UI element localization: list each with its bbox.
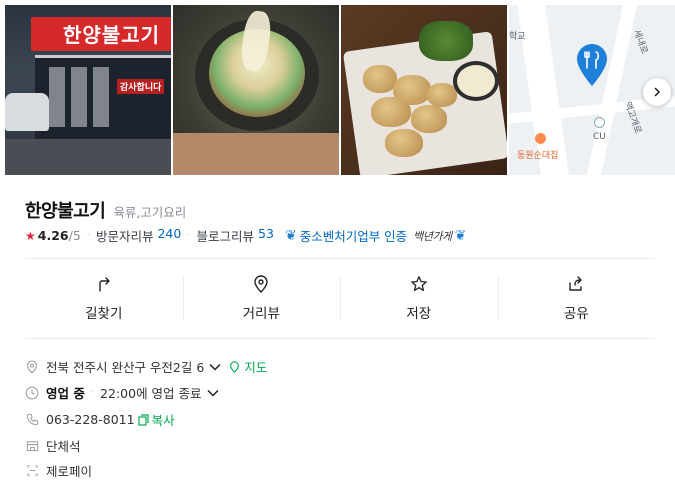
map-road (586, 5, 638, 175)
payment-icon (25, 464, 39, 478)
chevron-down-icon[interactable] (207, 389, 219, 397)
map-poi-restaurant-icon (535, 133, 546, 144)
clock-icon (25, 386, 39, 400)
photo-fried-piece (371, 97, 411, 127)
map-label-school: 학교 (509, 32, 526, 42)
photo-ground (5, 139, 171, 175)
group-seating-text: 단체석 (46, 439, 81, 454)
laurel-right-icon: ❦ (454, 227, 467, 244)
certification-label: 중소벤처기업부 인증 (299, 229, 408, 244)
payment-row: 제로페이 (25, 461, 92, 480)
rating-max: /5 (68, 228, 81, 243)
streetview-label: 거리뷰 (242, 306, 280, 322)
map-label-cu: CU (593, 132, 606, 142)
group-seating-row: 단체석 (25, 436, 81, 455)
photo-board (173, 133, 339, 175)
blog-review-link[interactable]: 블로그리뷰 53 (197, 226, 274, 245)
map-label-road1: 세내로 (631, 28, 649, 56)
photo-strip[interactable]: 한양불고기 감사합니다 학교 세내로 맥고개로 동원순대집 CU (5, 5, 675, 175)
action-bar: 길찾기 거리뷰 저장 공유 (25, 262, 655, 334)
photo-window (93, 67, 109, 127)
photo-window (49, 67, 65, 127)
building-icon (25, 439, 39, 453)
payment-text: 제로페이 (46, 464, 93, 479)
photo-store-sign-text: 한양불고기 (63, 23, 160, 47)
place-category: 육류,고기요리 (113, 205, 187, 220)
directions-button[interactable]: 길찾기 (25, 262, 183, 334)
photo-fried-piece (427, 83, 457, 107)
visitor-review-count: 240 (157, 226, 182, 241)
rating-value: 4.26 (37, 228, 69, 243)
visitor-review-label: 방문자리뷰 (95, 229, 154, 244)
divider (25, 338, 655, 339)
photo-fried-piece (363, 65, 397, 93)
certification-badge[interactable]: ❦ 중소벤처기업부 인증 백년가게 ❦ (282, 226, 469, 245)
share-label: 공유 (563, 306, 589, 322)
share-button[interactable]: 공유 (497, 262, 656, 334)
photo-bibimbap[interactable] (173, 5, 339, 175)
map-link[interactable]: 지도 (229, 357, 267, 376)
photo-fried-food[interactable] (341, 5, 507, 175)
place-meta-row: ★ 4.26 /5 · 방문자리뷰 240 · 블로그리뷰 53 ❦ 중소벤처기… (25, 226, 469, 245)
business-status: 영업 중 (46, 386, 85, 401)
photo-sauce (453, 61, 499, 101)
hours-row: 영업 중 · 22:00에 영업 종료 (25, 383, 219, 402)
location-pin-icon (25, 359, 39, 374)
photo-greens (419, 21, 473, 61)
share-icon (566, 274, 586, 294)
streetview-button[interactable]: 거리뷰 (182, 262, 341, 334)
chevron-right-icon (654, 87, 661, 97)
separator-dot: · (187, 230, 191, 241)
map-label-poi: 동원순대집 (517, 151, 559, 161)
directions-label: 길찾기 (85, 306, 123, 322)
copy-label: 복사 (151, 413, 175, 428)
photo-fried-piece (385, 129, 423, 157)
address-text: 전북 전주시 완산구 우전2길 6 (46, 360, 205, 375)
save-button[interactable]: 저장 (340, 262, 498, 334)
photo-car (5, 93, 49, 131)
phone-icon (25, 413, 39, 427)
blog-review-label: 블로그리뷰 (196, 229, 255, 244)
photo-fried-piece (411, 105, 447, 133)
laurel-left-icon: ❦ (284, 227, 297, 244)
map-pin-small-icon (230, 360, 240, 373)
place-name: 한양불고기 (25, 201, 106, 222)
map-link-label: 지도 (244, 360, 268, 375)
rating-star-icon: ★ (25, 228, 36, 243)
separator-dot: · (86, 230, 90, 241)
blog-review-count: 53 (258, 226, 274, 241)
photo-map[interactable]: 학교 세내로 맥고개로 동원순대집 CU (509, 5, 675, 175)
map-poi-cu-icon (594, 117, 605, 128)
address-row: 전북 전주시 완산구 우전2길 6 지도 (25, 357, 267, 376)
directions-icon (94, 274, 114, 294)
copy-icon (137, 413, 149, 426)
photo-storefront[interactable]: 한양불고기 감사합니다 (5, 5, 171, 175)
phone-number[interactable]: 063-228-8011 (46, 412, 135, 427)
streetview-icon (251, 274, 271, 294)
copy-phone-button[interactable]: 복사 (137, 410, 175, 429)
star-icon (409, 274, 429, 294)
photo-next-button[interactable] (643, 78, 671, 106)
phone-row: 063-228-8011 복사 (25, 410, 175, 429)
chevron-down-icon[interactable] (209, 363, 221, 371)
save-label: 저장 (406, 306, 432, 322)
divider (25, 258, 655, 259)
certification-signature: 백년가게 (413, 229, 452, 243)
visitor-review-link[interactable]: 방문자리뷰 240 (96, 226, 181, 245)
map-pin-icon (577, 44, 607, 86)
photo-store-thanks: 감사합니다 (117, 79, 165, 94)
photo-window (71, 67, 87, 127)
separator-dot: · (90, 387, 95, 398)
business-hours: 22:00에 영업 종료 (100, 386, 202, 401)
place-title-row: 한양불고기 육류,고기요리 (25, 197, 186, 223)
